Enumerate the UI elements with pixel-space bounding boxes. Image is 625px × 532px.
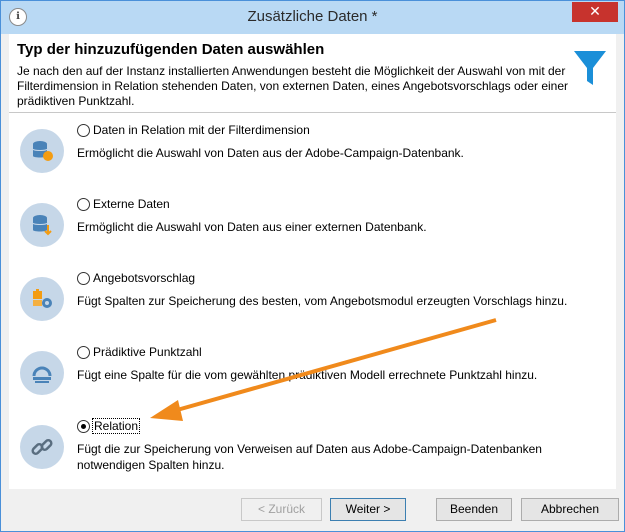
funnel-icon: [574, 51, 606, 85]
option-offer-proposition[interactable]: Angebotsvorschlag Fügt Spalten zur Speic…: [9, 267, 616, 337]
option-predictive-score[interactable]: Prädiktive Punktzahl Fügt eine Spalte fü…: [9, 341, 616, 411]
option-label: Daten in Relation mit der Filterdimensio…: [93, 123, 310, 137]
external-database-icon: [20, 203, 64, 247]
predictive-score-icon: [20, 351, 64, 395]
header-separator: [9, 112, 616, 113]
option-description: Ermöglicht die Auswahl von Daten aus der…: [77, 146, 464, 160]
offer-gear-icon: [20, 277, 64, 321]
option-label: Externe Daten: [93, 197, 170, 211]
radio-related-data[interactable]: [77, 124, 90, 137]
window-title: Zusätzliche Daten *: [247, 8, 378, 25]
option-description: Fügt eine Spalte für die vom gewählten p…: [77, 368, 538, 382]
cancel-button[interactable]: Abbrechen: [521, 498, 619, 521]
radio-offer-proposition[interactable]: [77, 272, 90, 285]
option-label: Angebotsvorschlag: [93, 271, 196, 285]
back-button[interactable]: < Zurück: [241, 498, 322, 521]
finish-button[interactable]: Beenden: [436, 498, 512, 521]
option-label: Prädiktive Punktzahl: [93, 345, 202, 359]
option-external-data[interactable]: Externe Daten Ermöglicht die Auswahl von…: [9, 193, 616, 263]
option-label: Relation: [91, 418, 141, 434]
title-bar: ℹ Zusätzliche Daten * ✕: [1, 1, 624, 34]
link-icon: [20, 425, 64, 469]
option-description: Ermöglicht die Auswahl von Daten aus ein…: [77, 220, 427, 234]
radio-relation[interactable]: [77, 420, 90, 433]
option-related-data[interactable]: Daten in Relation mit der Filterdimensio…: [9, 119, 616, 189]
option-description: Fügt Spalten zur Speicherung des besten,…: [77, 294, 568, 308]
close-button[interactable]: ✕: [572, 2, 618, 22]
radio-external-data[interactable]: [77, 198, 90, 211]
option-relation[interactable]: Relation Fügt die zur Speicherung von Ve…: [9, 415, 616, 485]
radio-predictive-score[interactable]: [77, 346, 90, 359]
wizard-window: ℹ Zusätzliche Daten * ✕ Typ der hinzuzuf…: [0, 0, 625, 532]
wizard-content: Typ der hinzuzufügenden Daten auswählen …: [9, 34, 616, 489]
page-title: Typ der hinzuzufügenden Daten auswählen: [17, 41, 325, 58]
next-button[interactable]: Weiter >: [330, 498, 406, 521]
option-description: Fügt die zur Speicherung von Verweisen a…: [77, 442, 542, 472]
page-description: Je nach den auf der Instanz installierte…: [17, 64, 569, 108]
database-icon: [20, 129, 64, 173]
